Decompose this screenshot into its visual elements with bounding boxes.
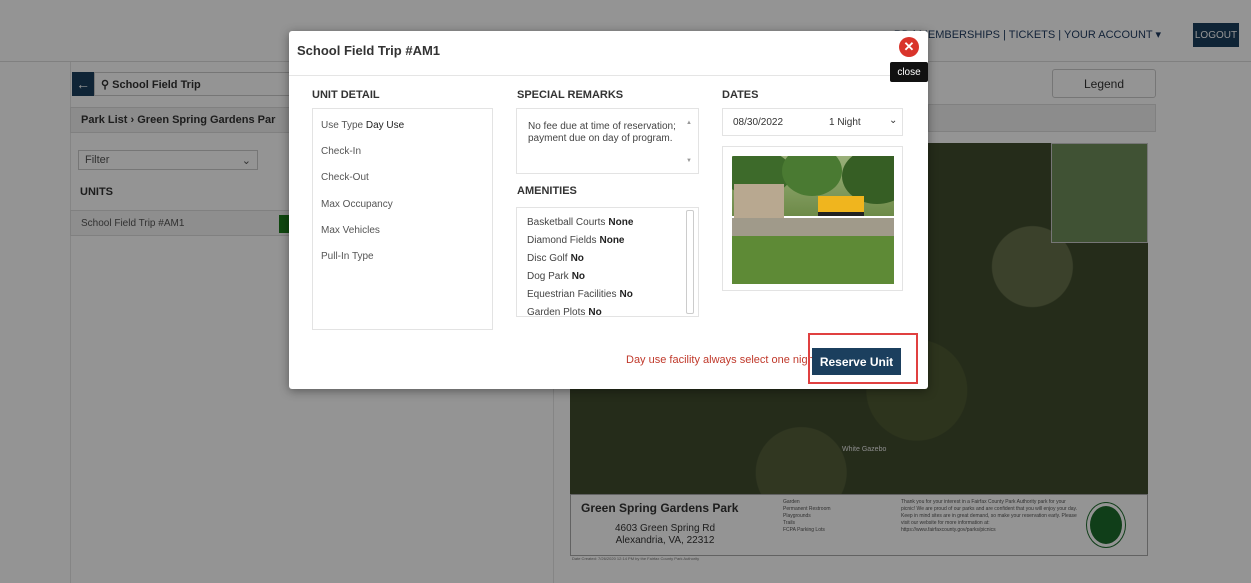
unit-photo bbox=[732, 156, 894, 284]
check-in-label: Check-In bbox=[321, 146, 362, 157]
dates-row: 08/30/2022 1 Night ⌄ bbox=[722, 108, 903, 136]
amenity-item: Garden Plots No bbox=[527, 307, 602, 317]
amenity-value: No bbox=[570, 253, 584, 264]
check-out-label: Check-Out bbox=[321, 172, 369, 183]
amenity-value: None bbox=[599, 235, 625, 246]
max-occupancy-label: Max Occupancy bbox=[321, 199, 393, 210]
amenity-value: None bbox=[608, 217, 634, 228]
amenity-item: Equestrian Facilities No bbox=[527, 289, 633, 300]
amenity-name: Equestrian Facilities bbox=[527, 289, 617, 300]
unit-photo-panel bbox=[722, 146, 903, 291]
close-icon[interactable]: ✕ bbox=[899, 37, 919, 57]
amenities-scrollbar[interactable] bbox=[686, 210, 694, 314]
amenity-name: Diamond Fields bbox=[527, 235, 597, 246]
amenity-name: Basketball Courts bbox=[527, 217, 606, 228]
day-use-note: Day use facility always select one night bbox=[626, 354, 817, 366]
unit-modal: School Field Trip #AM1 UNIT DETAIL Use T… bbox=[289, 31, 928, 389]
amenity-name: Disc Golf bbox=[527, 253, 568, 264]
use-type-row: Use Type Day Use bbox=[321, 120, 404, 131]
nights-select[interactable]: 1 Night bbox=[829, 117, 861, 128]
use-type-label: Use Type bbox=[321, 120, 364, 131]
amenity-item: Diamond Fields None bbox=[527, 235, 624, 246]
pull-in-type-label: Pull-In Type bbox=[321, 251, 374, 262]
max-vehicles-label: Max Vehicles bbox=[321, 225, 380, 236]
reserve-unit-button[interactable]: Reserve Unit bbox=[812, 348, 901, 375]
use-type-value: Day Use bbox=[365, 120, 405, 131]
special-remarks-text: No fee due at time of reservation; payme… bbox=[528, 121, 676, 144]
dates-header: DATES bbox=[722, 89, 759, 101]
scroll-down-icon[interactable]: ▼ bbox=[686, 155, 692, 167]
special-remarks-header: SPECIAL REMARKS bbox=[517, 89, 624, 101]
amenity-value: No bbox=[571, 271, 586, 282]
modal-divider bbox=[289, 75, 928, 76]
unit-detail-header: UNIT DETAIL bbox=[312, 89, 380, 101]
amenity-item: Basketball Courts None bbox=[527, 217, 633, 228]
amenity-item: Dog Park No bbox=[527, 271, 585, 282]
amenities-list[interactable]: Basketball Courts None Diamond Fields None… bbox=[516, 207, 699, 317]
amenities-header: AMENITIES bbox=[517, 185, 577, 197]
unit-detail-panel: Use Type Day Use Check-In Check-Out Max … bbox=[312, 108, 493, 330]
chevron-down-icon[interactable]: ⌄ bbox=[889, 115, 897, 126]
amenity-item: Disc Golf No bbox=[527, 253, 584, 264]
amenity-value: No bbox=[619, 289, 633, 300]
scroll-up-icon[interactable]: ▲ bbox=[686, 117, 692, 129]
close-tooltip: close bbox=[890, 62, 928, 82]
modal-title: School Field Trip #AM1 bbox=[297, 43, 441, 58]
amenity-name: Garden Plots bbox=[527, 307, 586, 317]
special-remarks-box[interactable]: No fee due at time of reservation; payme… bbox=[516, 108, 699, 174]
amenity-name: Dog Park bbox=[527, 271, 569, 282]
date-input[interactable]: 08/30/2022 bbox=[733, 117, 783, 128]
amenity-value: No bbox=[588, 307, 602, 317]
